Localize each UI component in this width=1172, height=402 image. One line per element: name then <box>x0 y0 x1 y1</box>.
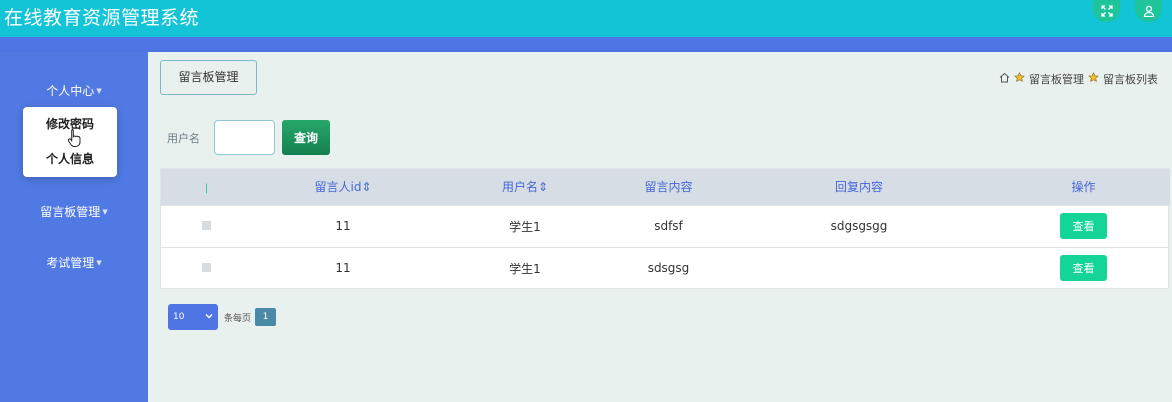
main-content: 留言板管理 留言板管理 留言板列表 用户名 查询 | 留言人id⇕ 用户名⇕ 留… <box>148 52 1172 402</box>
cell-id: 11 <box>335 261 351 276</box>
view-button[interactable]: 查看 <box>1060 213 1107 239</box>
column-header-reply: 回复内容 <box>834 180 883 195</box>
view-button[interactable]: 查看 <box>1060 255 1107 282</box>
sidebar-item-label: 个人中心 <box>46 84 95 98</box>
user-icon <box>1143 2 1155 21</box>
sidebar-item-label: 考试管理 <box>46 256 95 270</box>
home-icon[interactable] <box>999 72 1010 86</box>
pagination: 10 条每页 1 <box>168 304 277 330</box>
cell-reply <box>721 247 997 289</box>
cell-content: sdfsf <box>654 219 683 233</box>
sort-icon: ⇕ <box>361 180 372 195</box>
page-number-button[interactable]: 1 <box>255 308 277 326</box>
cell-username: 学生1 <box>509 261 541 276</box>
breadcrumb-item: 留言板列表 <box>1103 73 1158 86</box>
caret-down-icon: ▼ <box>96 259 102 267</box>
row-checkbox[interactable] <box>161 205 252 247</box>
sidebar-item-personal-center[interactable]: 个人中心 ▼ <box>0 82 148 99</box>
column-header-username[interactable]: 用户名⇕ <box>434 169 616 205</box>
select-all-column[interactable]: | <box>161 169 252 205</box>
fullscreen-button[interactable] <box>1093 0 1120 22</box>
username-search-input[interactable] <box>214 120 275 155</box>
row-checkbox[interactable] <box>161 247 252 289</box>
per-page-label: 条每页 <box>224 313 252 324</box>
hand-cursor-icon <box>67 128 83 152</box>
cell-username: 学生1 <box>509 219 541 234</box>
expand-icon <box>1100 2 1113 21</box>
column-header-id[interactable]: 留言人id⇕ <box>252 169 434 205</box>
cell-action: 查看 <box>997 247 1170 289</box>
star-icon <box>1088 72 1099 86</box>
column-header-action: 操作 <box>1071 180 1096 195</box>
page-tab[interactable]: 留言板管理 <box>160 60 257 95</box>
cell-id: 11 <box>335 219 351 233</box>
table-header-row: | 留言人id⇕ 用户名⇕ 留言内容 回复内容 操作 <box>161 169 1170 205</box>
username-label: 用户名 <box>167 132 200 145</box>
cell-reply: sdgsgsgg <box>830 219 888 233</box>
sidebar-item-message-board[interactable]: 留言板管理 ▼ <box>0 203 148 220</box>
header-accent-strip <box>0 37 1172 52</box>
search-button[interactable]: 查询 <box>282 120 330 155</box>
sidebar-item-label: 留言板管理 <box>40 205 101 219</box>
cell-content: sdsgsg <box>647 261 690 276</box>
user-button[interactable] <box>1135 0 1162 22</box>
breadcrumb: 留言板管理 留言板列表 <box>999 71 1158 87</box>
column-header-content: 留言内容 <box>644 180 693 195</box>
page-size-select[interactable]: 10 <box>168 304 218 330</box>
message-table: | 留言人id⇕ 用户名⇕ 留言内容 回复内容 操作 11 学生1 sdfsf … <box>160 168 1170 289</box>
sort-icon: ⇕ <box>537 180 549 195</box>
table-row: 11 学生1 sdsgsg 查看 <box>161 247 1170 289</box>
app-title: 在线教育资源管理系统 <box>4 7 200 29</box>
caret-down-icon: ▼ <box>96 87 102 95</box>
cell-action: 查看 <box>997 205 1170 247</box>
breadcrumb-item[interactable]: 留言板管理 <box>1029 71 1084 87</box>
star-icon <box>1014 72 1025 86</box>
table-row: 11 学生1 sdfsf sdgsgsgg 查看 <box>161 205 1170 247</box>
sidebar-item-exam-management[interactable]: 考试管理 ▼ <box>0 254 148 271</box>
top-header: 在线教育资源管理系统 <box>0 0 1172 37</box>
chevron-down-icon <box>205 312 213 322</box>
sidebar: 个人中心 ▼ 留言板管理 ▼ 考试管理 ▼ <box>0 52 148 402</box>
page-size-value: 10 <box>173 312 185 322</box>
caret-down-icon: ▼ <box>102 208 108 216</box>
